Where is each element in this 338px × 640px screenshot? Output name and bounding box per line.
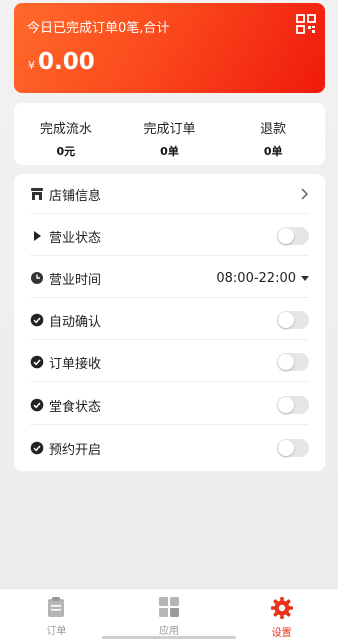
divider xyxy=(30,255,309,256)
divider xyxy=(30,381,309,382)
summary-amount: ¥ 0.00 xyxy=(28,49,95,75)
row-store-info[interactable]: 店铺信息 xyxy=(14,174,325,214)
business-status-toggle[interactable] xyxy=(277,227,309,245)
stat-completed-revenue: 完成流水 0元 xyxy=(14,103,118,165)
row-dine-in-status: 堂食状态 xyxy=(14,385,325,425)
currency-symbol: ¥ xyxy=(28,59,35,72)
order-receive-label: 订单接收 xyxy=(49,356,102,372)
gear-icon xyxy=(270,597,293,619)
stat-completed-orders: 完成订单 0单 xyxy=(118,103,222,165)
stat-value: 0单 xyxy=(160,145,179,158)
stat-label: 完成订单 xyxy=(143,122,196,137)
check-circle-icon xyxy=(30,313,44,327)
stat-value: 0单 xyxy=(263,145,283,158)
business-status-label: 营业状态 xyxy=(49,230,102,246)
reservation-label: 预约开启 xyxy=(49,442,102,458)
settings-list: 店铺信息 营业状态 营业时间 08:00-22:00 自动确认 订单接收 堂食状… xyxy=(14,174,325,471)
dine-in-status-label: 堂食状态 xyxy=(49,399,102,415)
bottom-tab-bar: 订单 应用 设置 xyxy=(0,588,338,640)
row-reservation: 预约开启 xyxy=(14,428,325,468)
auto-confirm-toggle[interactable] xyxy=(277,311,309,329)
stat-label: 完成流水 xyxy=(39,122,92,137)
stat-value: 0元 xyxy=(56,145,76,158)
caret-down-icon xyxy=(301,275,309,281)
tab-settings[interactable]: 设置 xyxy=(225,589,338,640)
row-business-status: 营业状态 xyxy=(14,216,325,256)
divider xyxy=(30,213,309,214)
business-hours-value: 08:00-22:00 xyxy=(216,270,296,286)
grid-apps-icon xyxy=(159,597,179,617)
tab-apps-label: 应用 xyxy=(159,626,179,637)
home-indicator xyxy=(102,636,236,639)
business-hours-label: 营业时间 xyxy=(49,272,102,288)
qr-code-icon[interactable] xyxy=(296,14,316,34)
check-circle-icon xyxy=(30,441,44,455)
business-hours-select[interactable]: 08:00-22:00 xyxy=(216,271,309,286)
amount-value: 0.00 xyxy=(38,49,95,75)
store-info-label: 店铺信息 xyxy=(49,188,102,204)
row-order-receive: 订单接收 xyxy=(14,342,325,382)
tab-orders[interactable]: 订单 xyxy=(0,589,113,640)
divider xyxy=(30,297,309,298)
reservation-toggle[interactable] xyxy=(277,439,309,457)
check-circle-icon xyxy=(30,398,44,412)
clock-icon xyxy=(31,272,43,284)
tab-orders-label: 订单 xyxy=(46,626,67,637)
stat-refunds: 退款 0单 xyxy=(221,103,325,165)
store-icon xyxy=(31,188,43,200)
check-circle-icon xyxy=(30,355,44,369)
stats-card: 完成流水 0元 完成订单 0单 退款 0单 xyxy=(14,103,325,165)
stat-label: 退款 xyxy=(260,122,287,137)
today-summary-card: 今日已完成订单0笔,合计 ¥ 0.00 xyxy=(14,3,325,93)
tab-settings-label: 设置 xyxy=(271,628,292,639)
summary-title: 今日已完成订单0笔,合计 xyxy=(27,21,170,36)
chevron-right-icon xyxy=(301,188,309,200)
divider xyxy=(30,339,309,340)
divider xyxy=(30,424,309,425)
play-icon xyxy=(34,231,41,241)
dine-in-status-toggle[interactable] xyxy=(277,396,309,414)
row-business-hours[interactable]: 营业时间 08:00-22:00 xyxy=(14,258,325,298)
tab-apps[interactable]: 应用 xyxy=(113,589,226,640)
row-auto-confirm: 自动确认 xyxy=(14,300,325,340)
clipboard-icon xyxy=(48,597,65,617)
order-receive-toggle[interactable] xyxy=(277,353,309,371)
auto-confirm-label: 自动确认 xyxy=(49,314,102,330)
